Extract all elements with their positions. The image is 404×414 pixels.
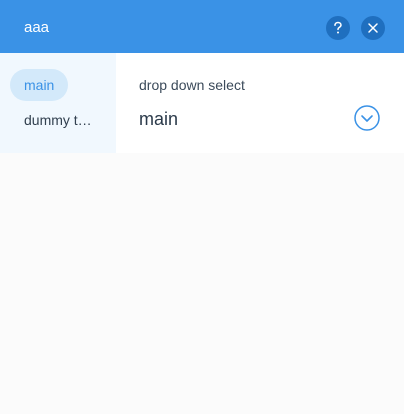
chevron-down-icon[interactable]: [354, 105, 380, 131]
help-button[interactable]: [326, 16, 350, 40]
sidebar-item-main[interactable]: main: [10, 69, 69, 101]
question-icon: [332, 21, 344, 35]
settings-panel: aaa main dummy t… drop down select main: [0, 0, 404, 414]
sidebar: main dummy t…: [0, 53, 116, 153]
close-button[interactable]: [361, 16, 385, 40]
dropdown-label: drop down select: [139, 77, 245, 93]
dropdown-select[interactable]: main: [139, 104, 383, 134]
content-area: drop down select main: [116, 53, 404, 153]
panel-header: aaa: [0, 0, 404, 53]
close-icon: [367, 22, 379, 34]
sidebar-item-dummy[interactable]: dummy t…: [10, 104, 106, 136]
panel-body: main dummy t… drop down select main: [0, 53, 404, 153]
panel-title: aaa: [24, 19, 50, 36]
dropdown-value: main: [139, 108, 179, 129]
